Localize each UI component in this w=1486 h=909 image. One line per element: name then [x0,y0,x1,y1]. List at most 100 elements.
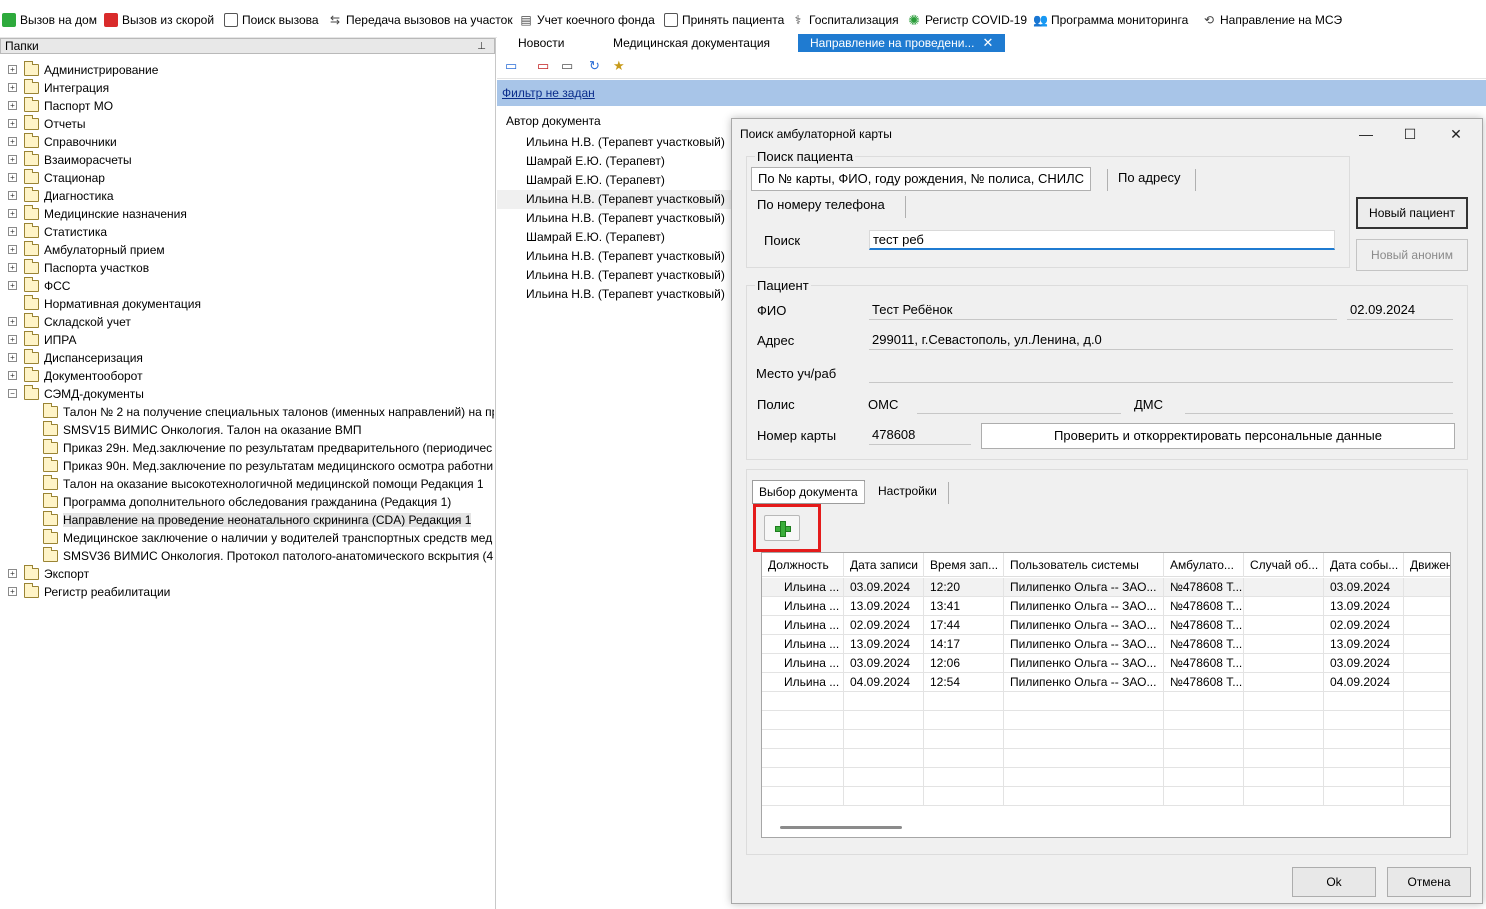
tree-item[interactable]: + Паспорт МО [0,97,494,115]
tree-item[interactable]: + ИПРА [0,331,494,349]
tree-item[interactable]: Талон № 2 на получение специальных талон… [0,403,494,421]
card-number-field[interactable]: 478608 [869,425,971,445]
expand-icon[interactable]: + [8,317,17,326]
ok-button[interactable]: Ok [1292,867,1376,897]
author-row[interactable]: Ильина Н.В. (Терапевт участковый) [497,247,733,266]
author-row[interactable]: Ильина Н.В. (Терапевт участковый) [497,190,733,209]
author-row[interactable]: Шамрай Е.Ю. (Терапевт) [497,171,733,190]
tree-item[interactable]: + Паспорта участков [0,259,494,277]
tab-settings[interactable]: Настройки [872,480,943,504]
expand-icon[interactable]: + [8,227,17,236]
author-row[interactable]: Шамрай Е.Ю. (Терапевт) [497,228,733,247]
oms-field[interactable] [917,394,1121,414]
fio-field[interactable]: Тест Ребёнок [869,300,1337,320]
tree-item[interactable]: Медицинское заключение о наличии у водит… [0,529,494,547]
cancel-button[interactable]: Отмена [1387,867,1471,897]
tree-item[interactable]: Программа дополнительного обследования г… [0,493,494,511]
tree-item[interactable]: + ФСС [0,277,494,295]
copy-document-icon[interactable]: ▭ [561,59,577,73]
column-header[interactable]: Должность [762,553,844,577]
author-row[interactable]: Ильина Н.В. (Терапевт участковый) [497,133,733,152]
close-icon[interactable]: ✕ [982,35,993,51]
check-personal-data-button[interactable]: Проверить и откорректировать персональны… [981,423,1455,449]
expand-icon[interactable]: + [8,281,17,290]
covid-registry-button[interactable]: ✺ Регистр COVID-19 [907,11,1027,29]
search-mode-main[interactable]: По № карты, ФИО, году рождения, № полиса… [751,167,1091,191]
tree-item[interactable]: + Диспансеризация [0,349,494,367]
tree-item[interactable]: Талон на оказание высокотехнологичной ме… [0,475,494,493]
collapse-icon[interactable]: − [8,389,17,398]
column-header[interactable]: Случай об... [1244,553,1324,577]
tree-item[interactable]: + Администрирование [0,61,494,79]
tab-active-referral[interactable]: Направление на проведени... ✕ [798,34,1006,52]
tab-news[interactable]: Новости [518,34,564,52]
tree-item[interactable]: + Отчеты [0,115,494,133]
expand-icon[interactable]: + [8,335,17,344]
add-document-button[interactable] [764,515,800,541]
search-input[interactable]: тест реб [869,230,1335,250]
author-row[interactable]: Ильина Н.В. (Терапевт участковый) [497,209,733,228]
expand-icon[interactable]: + [8,263,17,272]
dms-field[interactable] [1185,394,1453,414]
tree-item[interactable]: + Взаиморасчеты [0,151,494,169]
new-document-icon[interactable]: ▭ [505,59,521,73]
maximize-icon[interactable]: ☐ [1398,123,1422,145]
expand-icon[interactable]: + [8,173,17,182]
birth-date-field[interactable]: 02.09.2024 [1347,300,1453,320]
new-patient-button[interactable]: Новый пациент [1356,197,1468,229]
tree-item-selected[interactable]: Направление на проведение неонатального … [0,511,494,529]
tab-medical-documentation[interactable]: Медицинская документация [613,34,770,52]
expand-icon[interactable]: + [8,245,17,254]
transfer-calls-button[interactable]: ⇆ Передача вызовов на участок [328,11,513,29]
search-mode-phone[interactable]: По номеру телефона [751,194,891,218]
folder-star-icon[interactable]: ★ [613,59,629,73]
search-mode-address[interactable]: По адресу [1112,167,1186,191]
column-header[interactable]: Дата собы... [1324,553,1404,577]
table-row[interactable]: Ильина ... 04.09.2024 12:54 Пилипенко Ольга… [762,673,1450,692]
tree-item[interactable]: SMSV36 ВИМИС Онкология. Протокол патолог… [0,547,494,565]
tree-item[interactable]: − СЭМД-документы [0,385,494,403]
tree-item[interactable]: + Статистика [0,223,494,241]
expand-icon[interactable]: + [8,101,17,110]
author-row[interactable]: Шамрай Е.Ю. (Терапевт) [497,152,733,171]
workplace-field[interactable] [869,363,1453,383]
hospitalization-button[interactable]: ⚕ Госпитализация [791,11,899,29]
column-header[interactable]: Амбулато... [1164,553,1244,577]
table-row[interactable]: Ильина ... 03.09.2024 12:06 Пилипенко Ольга… [762,654,1450,673]
column-header[interactable]: Дата записи [844,553,924,577]
expand-icon[interactable]: + [8,83,17,92]
close-icon[interactable]: ✕ [1444,123,1468,145]
expand-icon[interactable]: + [8,353,17,362]
search-call-button[interactable]: Поиск вызова [224,11,319,29]
column-header[interactable]: Движен [1404,553,1450,577]
tree-item[interactable]: + Медицинские назначения [0,205,494,223]
expand-icon[interactable]: + [8,119,17,128]
tree-item[interactable]: + Амбулаторный прием [0,241,494,259]
tree-item[interactable]: Приказ 90н. Мед.заключение по результата… [0,457,494,475]
tree-item[interactable]: + Документооборот [0,367,494,385]
tree-item[interactable]: + Стационар [0,169,494,187]
table-row[interactable]: Ильина ... 03.09.2024 12:20 Пилипенко Ольга… [762,578,1450,597]
filter-link[interactable]: Фильтр не задан [502,86,595,100]
tree-item[interactable]: Нормативная документация [0,295,494,313]
accept-patient-button[interactable]: Принять пациента [664,11,784,29]
tab-select-document[interactable]: Выбор документа [752,480,865,504]
author-row[interactable]: Ильина Н.В. (Терапевт участковый) [497,266,733,285]
expand-icon[interactable]: + [8,65,17,74]
ambulance-call-button[interactable]: Вызов из скорой [104,11,214,29]
tree-item[interactable]: + Складской учет [0,313,494,331]
table-row[interactable]: Ильина ... 02.09.2024 17:44 Пилипенко Ольга… [762,616,1450,635]
column-header[interactable]: Время зап... [924,553,1004,577]
minimize-icon[interactable]: — [1354,123,1378,145]
expand-icon[interactable]: + [8,371,17,380]
expand-icon[interactable]: + [8,587,17,596]
expand-icon[interactable]: + [8,155,17,164]
column-header[interactable]: Пользователь системы [1004,553,1164,577]
tree-item[interactable]: + Справочники [0,133,494,151]
tree-item[interactable]: + Экспорт [0,565,494,583]
expand-icon[interactable]: + [8,191,17,200]
table-row[interactable]: Ильина ... 13.09.2024 14:17 Пилипенко Ольга… [762,635,1450,654]
expand-icon[interactable]: + [8,209,17,218]
tree-item[interactable]: SMSV15 ВИМИС Онкология. Талон на оказани… [0,421,494,439]
tree-item[interactable]: Приказ 29н. Мед.заключение по результата… [0,439,494,457]
